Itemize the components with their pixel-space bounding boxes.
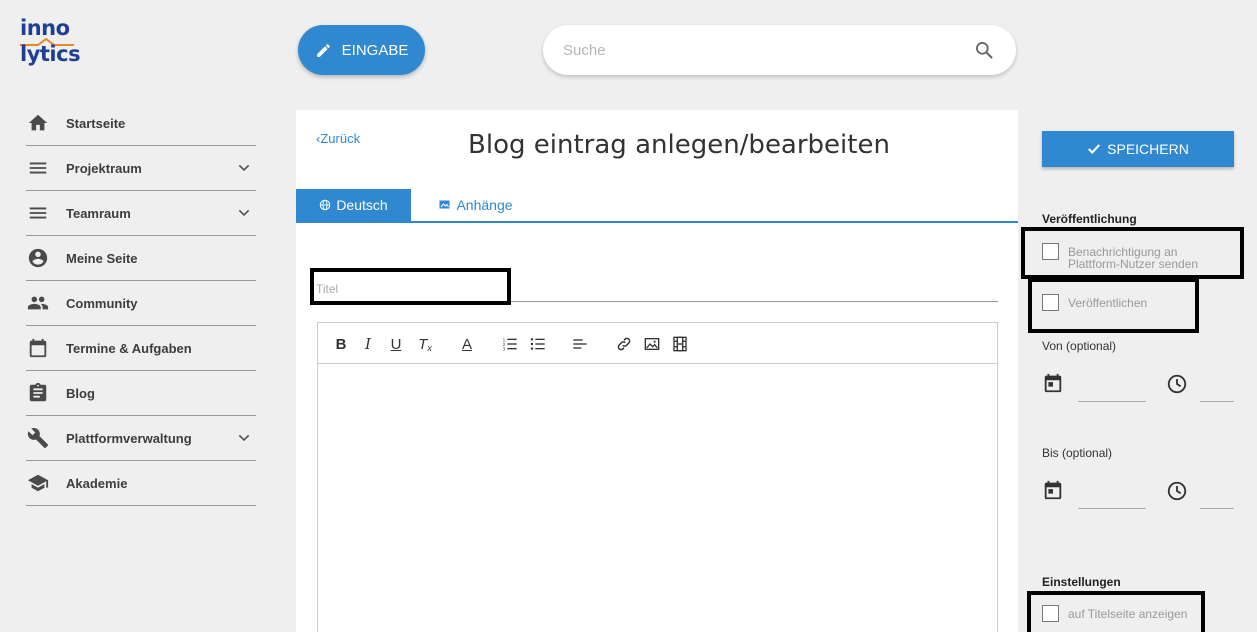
check-icon xyxy=(1088,144,1101,154)
publish-settings-panel: SPEICHERN Veröffentlichung Benachrichtig… xyxy=(1020,110,1257,632)
editor-content-area[interactable] xyxy=(318,364,997,632)
svg-text:3: 3 xyxy=(503,347,506,352)
align-left-button[interactable] xyxy=(571,335,589,353)
sidebar-nav: Startseite Projektraum Teamraum Meine Se… xyxy=(26,101,256,506)
page-title: Blog eintrag anlegen/bearbeiten xyxy=(468,130,890,160)
image-icon xyxy=(644,338,660,350)
sidebar-item-label: Termine & Aufgaben xyxy=(66,340,192,356)
from-time-input[interactable] xyxy=(1200,378,1234,402)
sidebar-item-label: Startseite xyxy=(66,115,126,131)
images-icon xyxy=(439,200,450,209)
people-icon xyxy=(26,291,50,315)
to-label: Bis (optional) xyxy=(1042,446,1113,460)
video-button[interactable] xyxy=(671,335,689,353)
highlight-box-publish xyxy=(1028,278,1199,333)
from-label: Von (optional) xyxy=(1042,339,1117,353)
sidebar-item-startseite[interactable]: Startseite xyxy=(26,101,256,146)
from-date-input[interactable] xyxy=(1078,378,1146,402)
clock-icon[interactable] xyxy=(1166,480,1188,502)
italic-button[interactable]: I xyxy=(359,335,377,353)
clear-format-icon: T xyxy=(418,335,428,353)
bullet-list-icon xyxy=(530,338,545,350)
link-button[interactable] xyxy=(615,335,633,353)
ordered-list-button[interactable]: 123 xyxy=(501,335,519,353)
search-bar xyxy=(543,25,1016,75)
pencil-icon xyxy=(316,43,330,57)
sidebar-item-termine-aufgaben[interactable]: Termine & Aufgaben xyxy=(26,326,256,371)
text-color-button[interactable]: A xyxy=(458,335,476,353)
sidebar-item-community[interactable]: Community xyxy=(26,281,256,326)
chevron-down-icon[interactable] xyxy=(236,205,252,221)
tab-label: Deutsch xyxy=(336,197,388,213)
sidebar-item-blog[interactable]: Blog xyxy=(26,371,256,416)
clear-format-button[interactable]: Tx xyxy=(416,335,434,354)
menu-icon xyxy=(26,201,50,225)
globe-icon xyxy=(320,199,331,211)
menu-icon xyxy=(26,156,50,180)
settings-heading: Einstellungen xyxy=(1042,575,1121,589)
image-button[interactable] xyxy=(643,335,661,353)
logo-line-2: lytics xyxy=(20,42,81,66)
language-tabs: Deutsch Anhänge xyxy=(296,189,1018,223)
search-input[interactable] xyxy=(563,37,963,63)
sidebar-item-plattformverwaltung[interactable]: Plattformverwaltung xyxy=(26,416,256,461)
sidebar-item-label: Blog xyxy=(66,385,95,401)
film-icon xyxy=(673,336,687,352)
to-date-input[interactable] xyxy=(1078,485,1146,509)
chevron-down-icon[interactable] xyxy=(236,430,252,446)
bold-button[interactable]: B xyxy=(332,335,350,353)
sidebar-item-label: Plattformverwaltung xyxy=(66,430,192,446)
highlight-box-notify xyxy=(1021,227,1244,279)
calendar-icon[interactable] xyxy=(1042,372,1064,394)
graduation-cap-icon xyxy=(26,471,50,495)
sidebar-item-label: Teamraum xyxy=(66,205,131,221)
wrench-icon xyxy=(26,426,50,450)
save-button-label: SPEICHERN xyxy=(1107,141,1189,157)
chevron-down-icon[interactable] xyxy=(236,160,252,176)
sidebar-item-label: Akademie xyxy=(66,475,128,491)
sidebar-item-label: Meine Seite xyxy=(66,250,138,266)
sidebar-item-meine-seite[interactable]: Meine Seite xyxy=(26,236,256,281)
eingabe-button-label: EINGABE xyxy=(341,41,409,59)
highlight-box-title xyxy=(310,268,511,305)
tab-anhaenge[interactable]: Anhänge xyxy=(426,189,526,221)
sidebar-item-teamraum[interactable]: Teamraum xyxy=(26,191,256,236)
clock-icon[interactable] xyxy=(1166,373,1188,395)
tab-label: Anhänge xyxy=(456,197,513,213)
tab-deutsch[interactable]: Deutsch xyxy=(296,189,411,221)
eingabe-button[interactable]: EINGABE xyxy=(298,25,425,75)
sidebar-item-label: Projektraum xyxy=(66,160,142,176)
search-icon[interactable] xyxy=(974,40,994,60)
sidebar-item-label: Community xyxy=(66,295,138,311)
innolytics-logo[interactable]: inno lytics xyxy=(20,18,90,74)
calendar-icon[interactable] xyxy=(1042,479,1064,501)
sidebar-item-projektraum[interactable]: Projektraum xyxy=(26,146,256,191)
home-icon xyxy=(26,111,50,135)
calendar-icon xyxy=(26,336,50,360)
account-circle-icon xyxy=(26,246,50,270)
align-left-icon xyxy=(573,339,587,349)
editor-toolbar: B I U Tx A 123 xyxy=(318,323,997,364)
clipboard-icon xyxy=(26,381,50,405)
bullet-list-button[interactable] xyxy=(529,335,547,353)
link-icon xyxy=(617,337,631,351)
save-button[interactable]: SPEICHERN xyxy=(1042,131,1234,167)
to-time-input[interactable] xyxy=(1200,485,1234,509)
publish-heading: Veröffentlichung xyxy=(1042,212,1137,226)
highlight-box-frontpage xyxy=(1027,591,1205,632)
sidebar-item-akademie[interactable]: Akademie xyxy=(26,461,256,506)
underline-button[interactable]: U xyxy=(387,335,405,353)
rich-text-editor: B I U Tx A 123 xyxy=(317,322,998,632)
blog-editor-panel: ‹Zurück Blog eintrag anlegen/bearbeiten … xyxy=(296,110,1018,632)
ordered-list-icon: 123 xyxy=(503,337,517,352)
